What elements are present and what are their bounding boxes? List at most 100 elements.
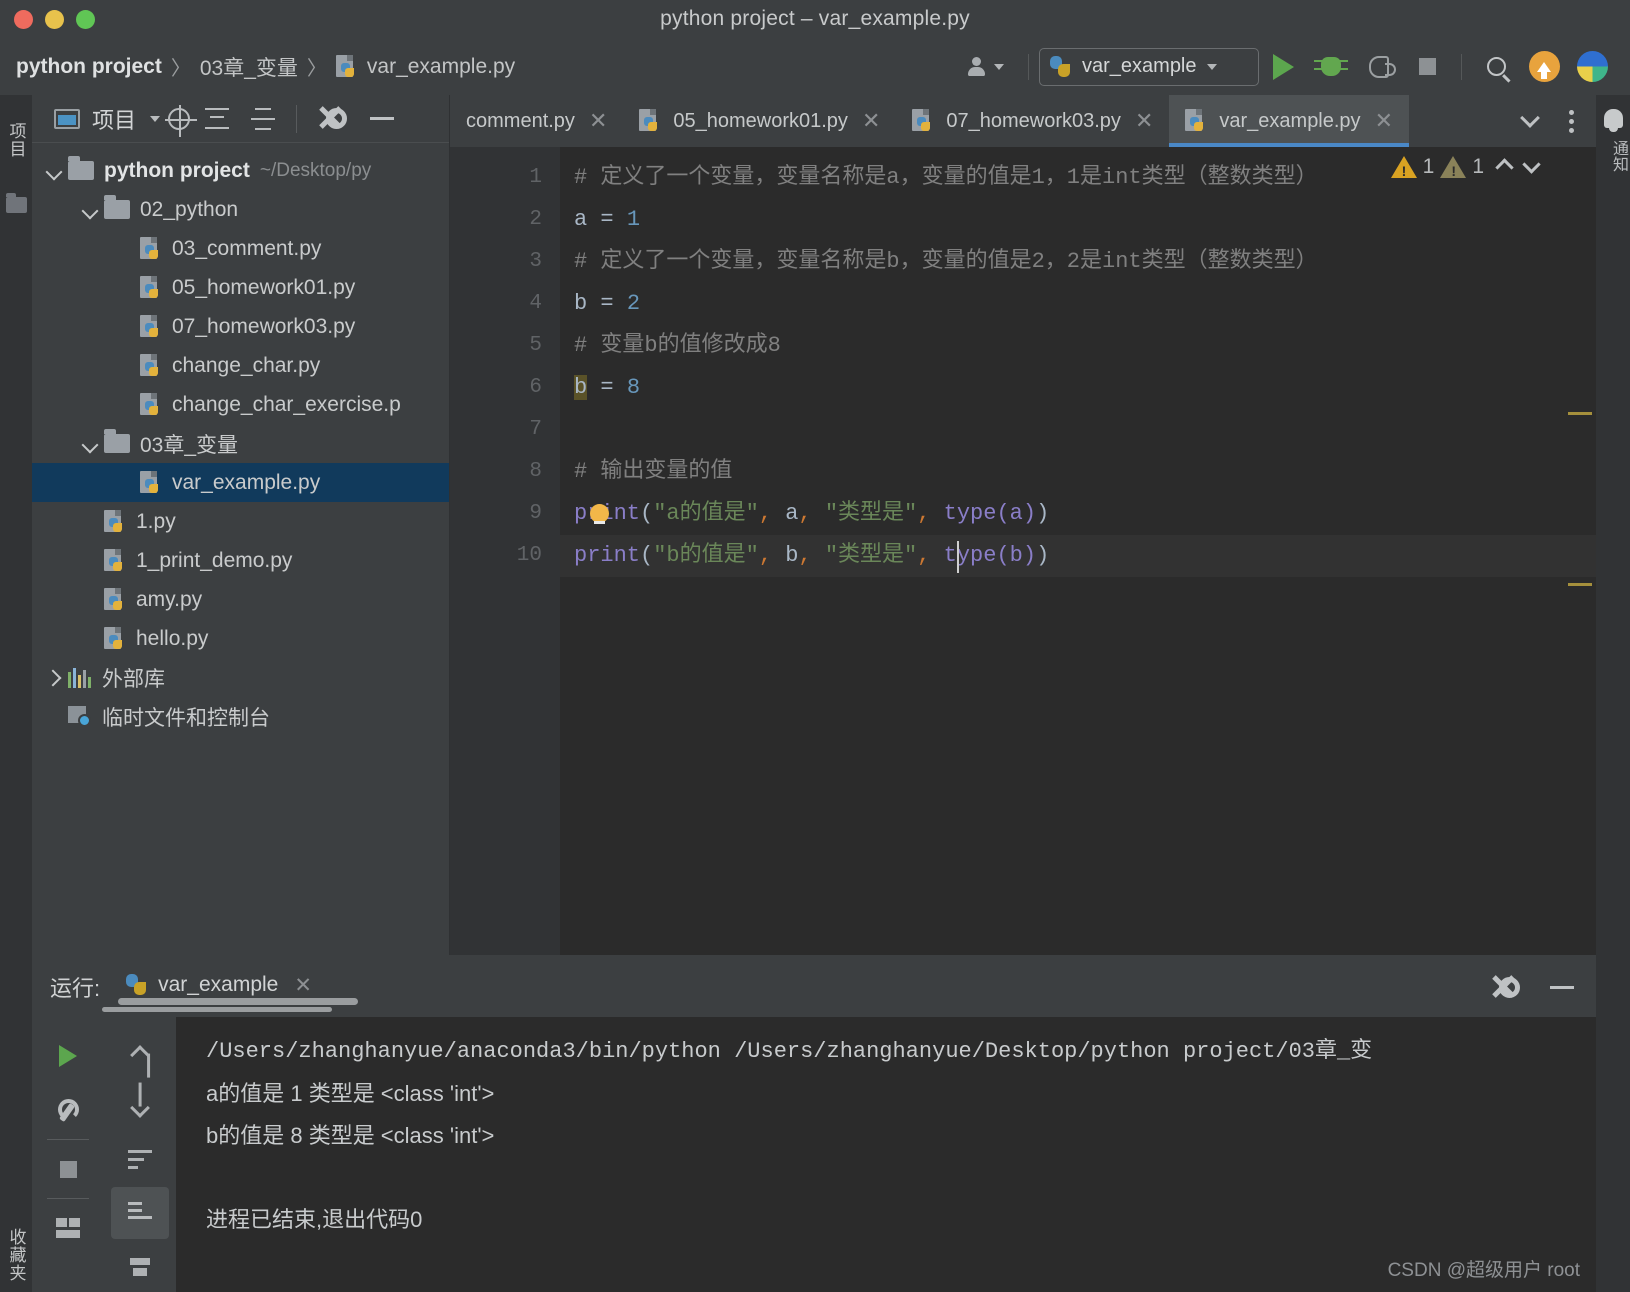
code-comma: , — [917, 543, 931, 568]
tree-item-02-python[interactable]: 02_python — [32, 190, 449, 229]
code-editor[interactable]: 1 2 3 4 5 6 7 8 9 10 ! 1 ! 1 # 定义了一个变量，变量名称是a，变量的… — [450, 147, 1596, 955]
code-content[interactable]: ! 1 ! 1 # 定义了一个变量，变量名称是a，变量的值是1，1是int类型（… — [560, 147, 1596, 955]
notifications-icon[interactable] — [1603, 109, 1623, 132]
tree-item-python-project[interactable]: python project ~/Desktop/py — [32, 151, 449, 190]
tree-item-07-homework03-py[interactable]: 07_homework03.py — [32, 307, 449, 346]
code-function: print — [574, 543, 641, 568]
code-operator: = — [587, 375, 627, 400]
project-window-icon — [54, 108, 80, 129]
tree-item-03-comment-py[interactable]: 03_comment.py — [32, 229, 449, 268]
tab-list-button[interactable] — [1508, 95, 1552, 147]
run-toolbar-secondary — [104, 1017, 176, 1292]
stop-process-button[interactable] — [39, 1142, 97, 1196]
python-file-icon — [912, 109, 934, 133]
soft-wrap-button[interactable] — [111, 1134, 169, 1187]
tree-item-1-print-demo-py[interactable]: 1_print_demo.py — [32, 541, 449, 580]
search-everywhere-button[interactable] — [1472, 45, 1520, 89]
tree-item-1-py[interactable]: 1.py — [32, 502, 449, 541]
rail-item-favorites[interactable] — [0, 185, 32, 225]
hide-panel-button[interactable] — [363, 104, 401, 134]
window-title: python project – var_example.py — [660, 7, 970, 30]
chevron-right-icon[interactable] — [44, 667, 66, 689]
coverage-button[interactable] — [1355, 45, 1403, 89]
run-panel-label: 运行: — [50, 976, 101, 1001]
code-operator: = — [587, 207, 627, 232]
code-line-1[interactable]: # 定义了一个变量，变量名称是a，变量的值是1，1是int类型（整数类型） — [560, 157, 1596, 199]
code-line-2[interactable]: a = 1 — [560, 199, 1596, 241]
breadcrumb-separator: 〉 — [170, 58, 191, 80]
layout-button[interactable] — [39, 1201, 97, 1255]
close-icon[interactable]: ✕ — [862, 108, 880, 134]
breadcrumb-item-file[interactable]: var_example.py — [367, 55, 515, 79]
scroll-up-button[interactable] — [111, 1029, 169, 1082]
tree-item--[interactable]: 外部库 — [32, 658, 449, 697]
title-bar: python project – var_example.py — [0, 0, 1630, 38]
bug-icon — [1314, 57, 1348, 76]
tree-item-amy-py[interactable]: amy.py — [32, 580, 449, 619]
breadcrumb-item-project[interactable]: python project — [16, 55, 162, 79]
editor-tab-label: 07_homework03.py — [946, 109, 1121, 132]
tree-item-change-char-py[interactable]: change_char.py — [32, 346, 449, 385]
tree-item-var-example-py[interactable]: var_example.py — [32, 463, 449, 502]
debug-button[interactable] — [1307, 45, 1355, 89]
chevron-down-icon — [1520, 107, 1540, 128]
tree-item-05-homework01-py[interactable]: 05_homework01.py — [32, 268, 449, 307]
rail-item-project[interactable]: 项目 — [0, 95, 32, 185]
tree-item--[interactable]: 临时文件和控制台 — [32, 697, 449, 736]
print-button[interactable] — [111, 1239, 169, 1292]
run-button[interactable] — [1259, 45, 1307, 89]
close-icon[interactable]: ✕ — [1135, 108, 1153, 134]
project-horizontal-scrollbar[interactable] — [118, 998, 358, 1005]
update-button[interactable] — [1520, 45, 1568, 89]
project-settings-button[interactable] — [317, 104, 355, 134]
tree-item-03-[interactable]: 03章_变量 — [32, 424, 449, 463]
python-file-icon — [140, 353, 162, 378]
close-icon[interactable]: ✕ — [1375, 108, 1393, 134]
scroll-down-button[interactable] — [111, 1082, 169, 1135]
editor-tab-var-example-py[interactable]: var_example.py ✕ — [1169, 95, 1409, 147]
chevron-down-icon[interactable] — [80, 433, 102, 455]
rerun-button[interactable] — [39, 1029, 97, 1083]
code-line-5[interactable]: # 变量b的值修改成8 — [560, 325, 1596, 367]
folder-icon — [68, 156, 94, 180]
scroll-to-end-button[interactable] — [111, 1186, 169, 1240]
account-button[interactable] — [954, 56, 1018, 78]
code-line-9[interactable]: print("a的值是", a, "类型是", type(a)) — [560, 493, 1596, 535]
console-output[interactable]: /Users/zhanghanyue/anaconda3/bin/python … — [176, 1017, 1596, 1292]
editor-tab-comment-py[interactable]: comment.py ✕ — [450, 95, 623, 147]
tree-item-change-char-exercise-p[interactable]: change_char_exercise.p — [32, 385, 449, 424]
tab-options-button[interactable] — [1552, 95, 1590, 147]
console-line: 进程已结束,退出代码0 — [206, 1207, 423, 1232]
code-line-4[interactable]: b = 2 — [560, 283, 1596, 325]
run-configuration-selector[interactable]: var_example — [1039, 47, 1259, 86]
collapse-all-button[interactable] — [244, 104, 282, 134]
gear-icon[interactable] — [1499, 976, 1520, 998]
editor-tab-07-homework03-py[interactable]: 07_homework03.py ✕ — [896, 95, 1169, 147]
code-string: "a的值是" — [653, 501, 759, 526]
profiler-button[interactable] — [1568, 45, 1616, 89]
code-line-10[interactable]: print("b的值是", b, "类型是", type(b)) — [560, 535, 1596, 577]
run-settings-button[interactable] — [39, 1083, 97, 1137]
close-icon[interactable]: ✕ — [294, 973, 312, 998]
code-line-3[interactable]: # 定义了一个变量，变量名称是b，变量的值是2，2是int类型（整数类型） — [560, 241, 1596, 283]
editor-tab-label: comment.py — [466, 109, 575, 132]
code-line-8[interactable]: # 输出变量的值 — [560, 451, 1596, 493]
minus-icon — [370, 117, 395, 120]
chevron-down-icon[interactable] — [150, 115, 161, 122]
select-opened-file-icon[interactable] — [165, 104, 198, 137]
chevron-down-icon[interactable] — [80, 199, 102, 221]
code-line-7[interactable] — [560, 409, 1596, 451]
expand-all-button[interactable] — [198, 104, 236, 134]
breadcrumb-item-folder[interactable]: 03章_变量 — [200, 52, 298, 82]
editor-tab-05-homework01-py[interactable]: 05_homework01.py ✕ — [623, 95, 896, 147]
minus-icon[interactable] — [1550, 985, 1574, 989]
rail-label-notifications: 通知 — [1610, 140, 1627, 172]
chevron-down-icon[interactable] — [44, 160, 66, 182]
stop-button[interactable] — [1403, 45, 1451, 89]
scroll-to-end-icon — [128, 1202, 152, 1224]
intention-bulb-icon[interactable] — [590, 504, 609, 524]
close-icon[interactable]: ✕ — [589, 108, 607, 134]
tree-item-hello-py[interactable]: hello.py — [32, 619, 449, 658]
code-line-6[interactable]: b = 8 — [560, 367, 1596, 409]
